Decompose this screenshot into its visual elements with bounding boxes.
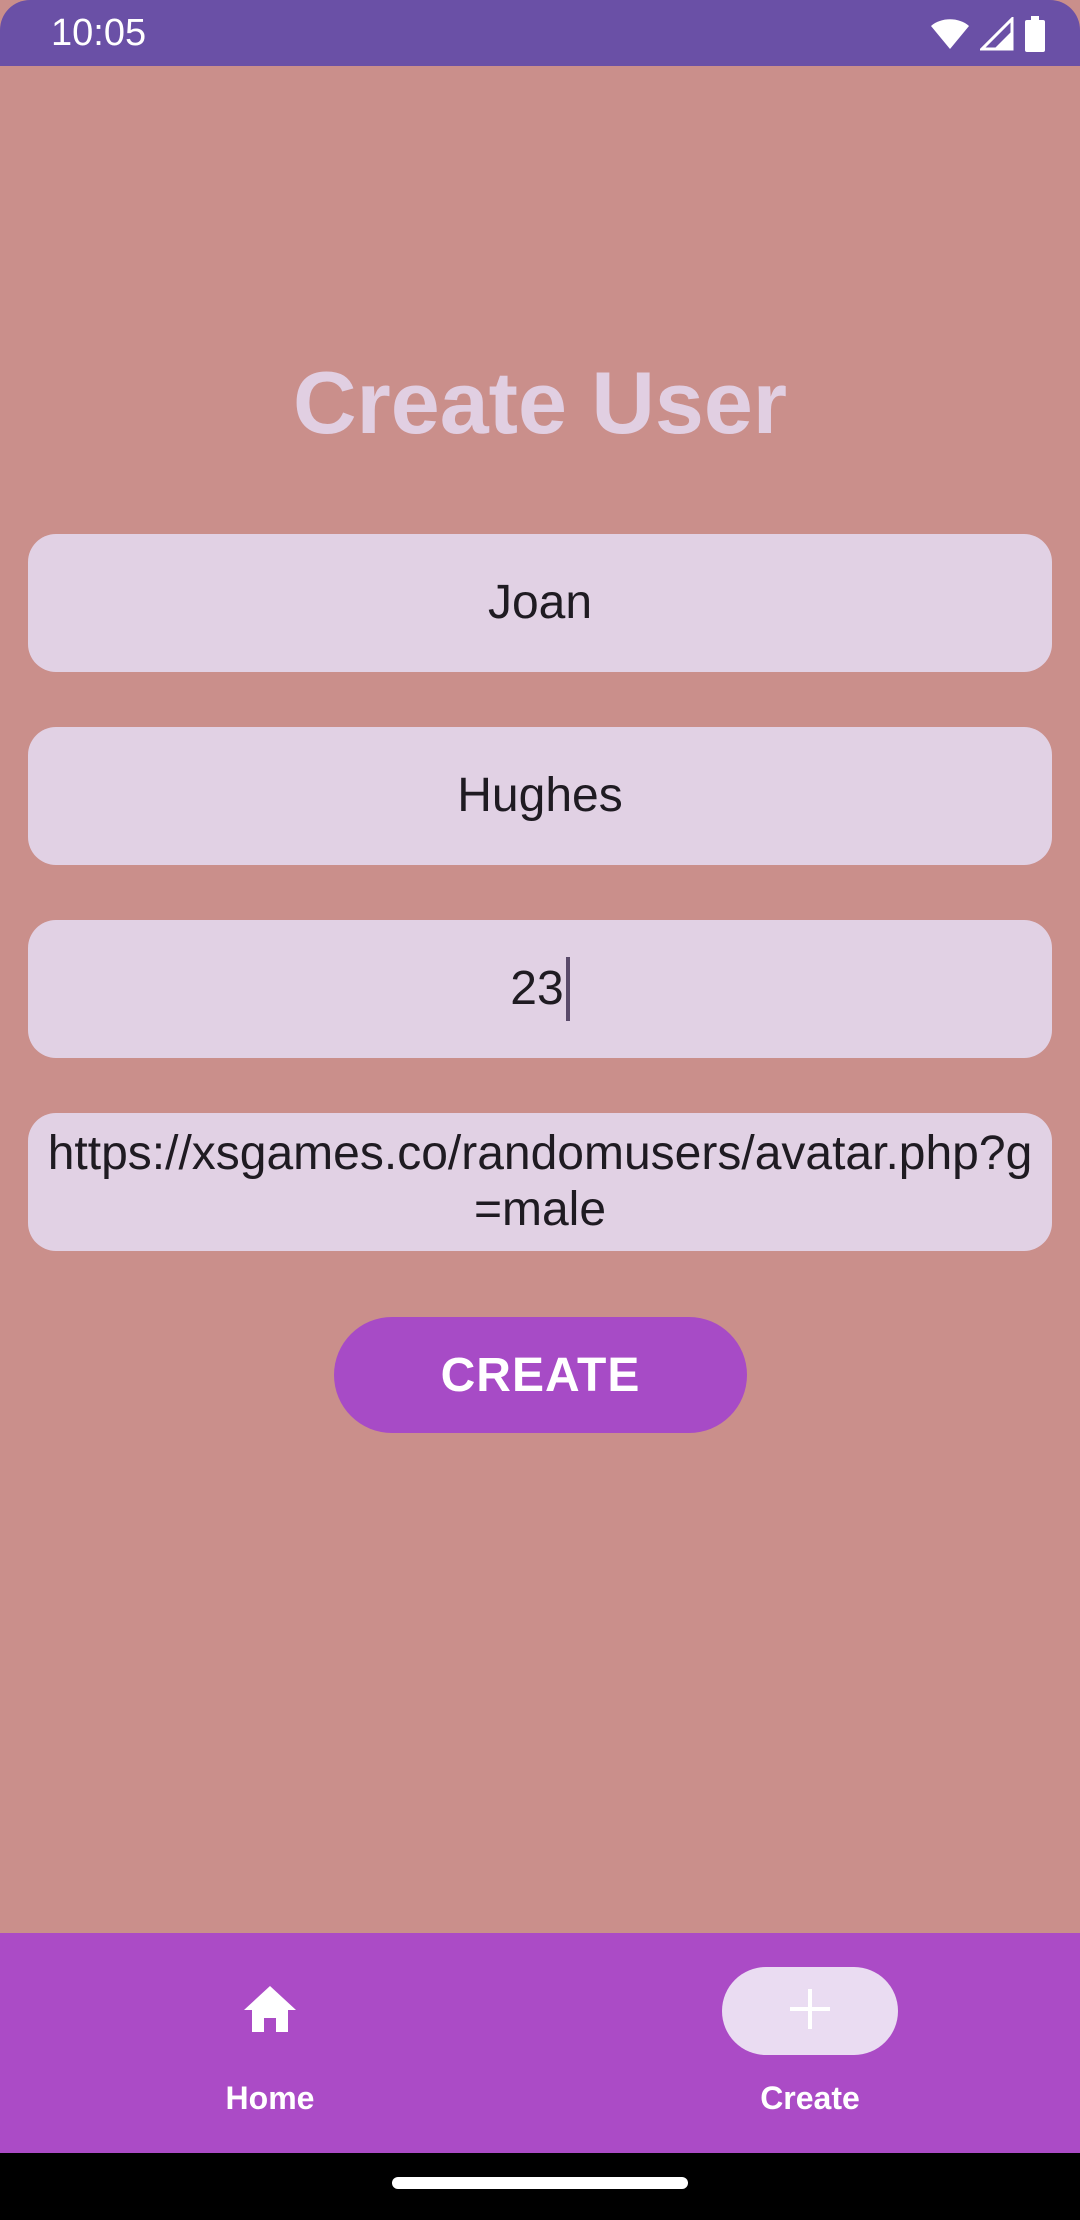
age-field[interactable]: 23 [28, 920, 1052, 1058]
age-value: 23 [510, 962, 564, 1015]
status-icons [930, 14, 1046, 54]
avatar-url-value: https://xsgames.co/randomusers/avatar.ph… [47, 1127, 1033, 1236]
status-bar: 10:05 [0, 0, 1080, 66]
wifi-icon [930, 18, 970, 50]
nav-label-home: Home [225, 2080, 315, 2116]
signal-icon [980, 17, 1014, 51]
page-title: Create User [292, 353, 788, 452]
bottom-navigation: Home Create [0, 1933, 1080, 2153]
nav-item-home[interactable]: Home [0, 1933, 540, 2153]
gesture-home-indicator[interactable] [392, 2177, 688, 2189]
home-icon-container [182, 1967, 358, 2055]
nav-item-create[interactable]: Create [540, 1933, 1080, 2153]
age-value-row: 23 [510, 957, 570, 1021]
nav-label-create: Create [760, 2080, 860, 2116]
last-name-field[interactable]: Hughes [28, 727, 1052, 865]
first-name-value: Joan [487, 576, 593, 629]
create-button[interactable]: CREATE [334, 1317, 747, 1433]
home-icon [242, 1984, 298, 2039]
system-navigation-bar [0, 2153, 1080, 2220]
status-time: 10:05 [51, 12, 147, 54]
plus-icon [788, 1987, 832, 2036]
battery-icon [1024, 16, 1046, 52]
text-cursor [565, 957, 570, 1021]
first-name-field[interactable]: Joan [28, 534, 1052, 672]
last-name-value: Hughes [457, 769, 623, 822]
avatar-url-field[interactable]: https://xsgames.co/randomusers/avatar.ph… [28, 1113, 1052, 1251]
create-icon-container [722, 1967, 898, 2055]
